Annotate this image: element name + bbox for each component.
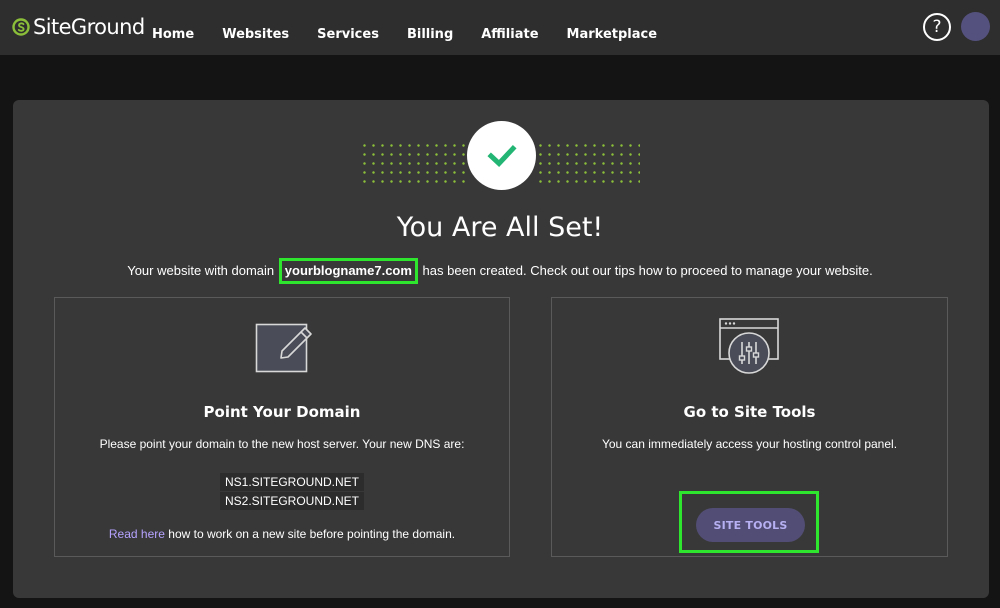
nav-home[interactable]: Home (152, 13, 194, 42)
success-check-badge (467, 121, 536, 190)
dotted-decoration-left (360, 141, 468, 189)
logo-text: SiteGround (33, 15, 145, 39)
success-message-suffix: has been created. Check out our tips how… (422, 263, 873, 278)
point-domain-title: Point Your Domain (203, 403, 361, 421)
help-icon[interactable]: ? (923, 13, 951, 41)
nav-websites[interactable]: Websites (222, 13, 289, 42)
user-avatar[interactable] (961, 12, 990, 41)
nav-services[interactable]: Services (317, 13, 379, 42)
success-message-prefix: Your website with domain (127, 263, 275, 278)
read-here-note: Read here how to work on a new site befo… (55, 527, 509, 541)
point-domain-description: Please point your domain to the new host… (99, 437, 465, 451)
dns-server-1: NS1.SITEGROUND.NET (220, 473, 365, 491)
siteground-logo[interactable]: SiteGround (12, 15, 145, 39)
site-tools-description: You can immediately access your hosting … (601, 437, 898, 451)
read-here-link[interactable]: Read here (109, 527, 165, 541)
siteground-logo-icon (12, 18, 30, 36)
page-title: You Are All Set! (396, 212, 604, 243)
success-message: Your website with domain yourblogname7.c… (0, 258, 1000, 284)
dotted-decoration-right (536, 141, 640, 189)
checkmark-icon (486, 144, 517, 167)
site-tools-title: Go to Site Tools (683, 403, 816, 421)
nav-affiliate[interactable]: Affiliate (481, 13, 538, 42)
point-domain-panel: Point Your Domain Please point your doma… (54, 297, 510, 557)
main-nav: Home Websites Services Billing Affiliate… (152, 0, 685, 55)
dns-server-2: NS2.SITEGROUND.NET (220, 492, 365, 510)
nav-billing[interactable]: Billing (407, 13, 453, 42)
site-tools-settings-icon (719, 318, 779, 374)
site-tools-button[interactable]: SITE TOOLS (696, 508, 805, 542)
edit-document-icon (255, 323, 312, 373)
domain-name-highlight: yourblogname7.com (278, 258, 418, 284)
top-navigation-bar: SiteGround Home Websites Services Billin… (0, 0, 1000, 55)
nav-marketplace[interactable]: Marketplace (567, 13, 658, 42)
read-here-suffix: how to work on a new site before pointin… (168, 527, 456, 541)
